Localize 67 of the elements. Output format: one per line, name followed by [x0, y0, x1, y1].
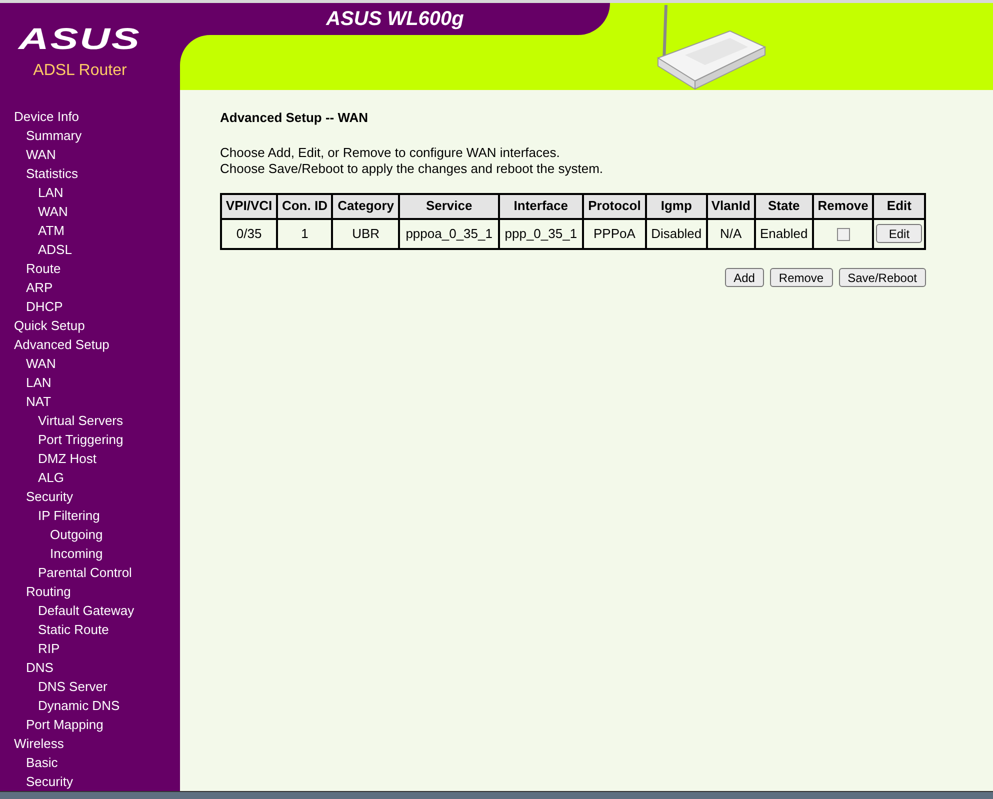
nav-link[interactable]: Summary: [0, 126, 180, 145]
remove-checkbox[interactable]: [836, 228, 850, 241]
column-header: State: [755, 194, 813, 218]
nav-link[interactable]: Incoming: [0, 544, 180, 563]
window-title: ASUS WL600g: [326, 7, 464, 32]
table-cell: 0/35: [221, 218, 278, 248]
nav-link[interactable]: IP Filtering: [0, 506, 180, 525]
table-cell: N/A: [706, 218, 756, 248]
table-cell: Enabled: [755, 218, 813, 248]
nav-link[interactable]: WAN: [0, 354, 180, 373]
nav-link[interactable]: ADSL: [0, 240, 180, 259]
nav-link[interactable]: Outgoing: [0, 525, 180, 544]
nav-link[interactable]: Parental Control: [0, 563, 180, 582]
column-header: Service: [399, 194, 499, 218]
nav-link[interactable]: Route: [0, 259, 180, 278]
nav-link[interactable]: Device Info: [0, 107, 180, 126]
column-header: Protocol: [582, 194, 646, 218]
column-header: Category: [332, 194, 400, 218]
nav-link[interactable]: Wireless: [0, 734, 180, 753]
nav-link[interactable]: LAN: [0, 373, 180, 392]
column-header: Remove: [812, 194, 874, 218]
table-cell: pppoa_0_35_1: [399, 218, 499, 248]
nav-link[interactable]: Quick Setup: [0, 316, 180, 335]
nav-link[interactable]: Basic: [0, 753, 180, 772]
table-cell: 1: [277, 218, 332, 248]
subtitle: ADSL Router: [33, 61, 127, 81]
column-header: Igmp: [646, 194, 707, 218]
nav-link[interactable]: DNS Server: [0, 677, 180, 696]
action-button[interactable]: Save/Reboot: [838, 268, 926, 286]
column-header: Edit: [873, 194, 925, 218]
edit-button[interactable]: Edit: [876, 224, 922, 243]
nav-link[interactable]: Virtual Servers: [0, 411, 180, 430]
nav-link[interactable]: WAN: [0, 202, 180, 221]
nav-link[interactable]: RIP: [0, 639, 180, 658]
logo: ASUS: [18, 27, 142, 53]
table-cell: Disabled: [646, 218, 707, 248]
nav-link[interactable]: Port Triggering: [0, 430, 180, 449]
action-button[interactable]: Remove: [770, 268, 833, 286]
table-cell: UBR: [332, 218, 400, 248]
nav-link[interactable]: Dynamic DNS: [0, 696, 180, 715]
nav-link[interactable]: Security: [0, 487, 180, 506]
nav-link[interactable]: WAN: [0, 145, 180, 164]
intro-text: Choose Add, Edit, or Remove to configure WAN interfaces.: [220, 144, 561, 160]
nav-link[interactable]: DNS: [0, 658, 180, 677]
column-header: Interface: [498, 194, 583, 218]
nav-link[interactable]: ARP: [0, 278, 180, 297]
table-cell: PPPoA: [582, 218, 646, 248]
column-header: VlanId: [706, 194, 756, 218]
nav-link[interactable]: Default Gateway: [0, 601, 180, 620]
nav-link[interactable]: NAT: [0, 392, 180, 411]
nav-link[interactable]: ATM: [0, 221, 180, 240]
nav-link[interactable]: DMZ Host: [0, 449, 180, 468]
column-header: VPI/VCI: [221, 194, 278, 218]
nav-link[interactable]: LAN: [0, 183, 180, 202]
action-button[interactable]: Add: [724, 268, 764, 286]
column-header: Con. ID: [277, 194, 332, 218]
nav-link[interactable]: Routing: [0, 582, 180, 601]
nav-link[interactable]: DHCP: [0, 297, 180, 316]
nav-link[interactable]: Security: [0, 772, 180, 791]
page-heading: Advanced Setup -- WAN: [220, 109, 370, 127]
intro-text: Choose Save/Reboot to apply the changes and reboot the system.: [220, 160, 604, 176]
nav-link[interactable]: ALG: [0, 468, 180, 487]
table-cell: ppp_0_35_1: [498, 218, 583, 248]
nav-link[interactable]: Static Route: [0, 620, 180, 639]
nav-link[interactable]: Advanced Setup: [0, 335, 180, 354]
nav-link[interactable]: Statistics: [0, 164, 180, 183]
nav-link[interactable]: Port Mapping: [0, 715, 180, 734]
